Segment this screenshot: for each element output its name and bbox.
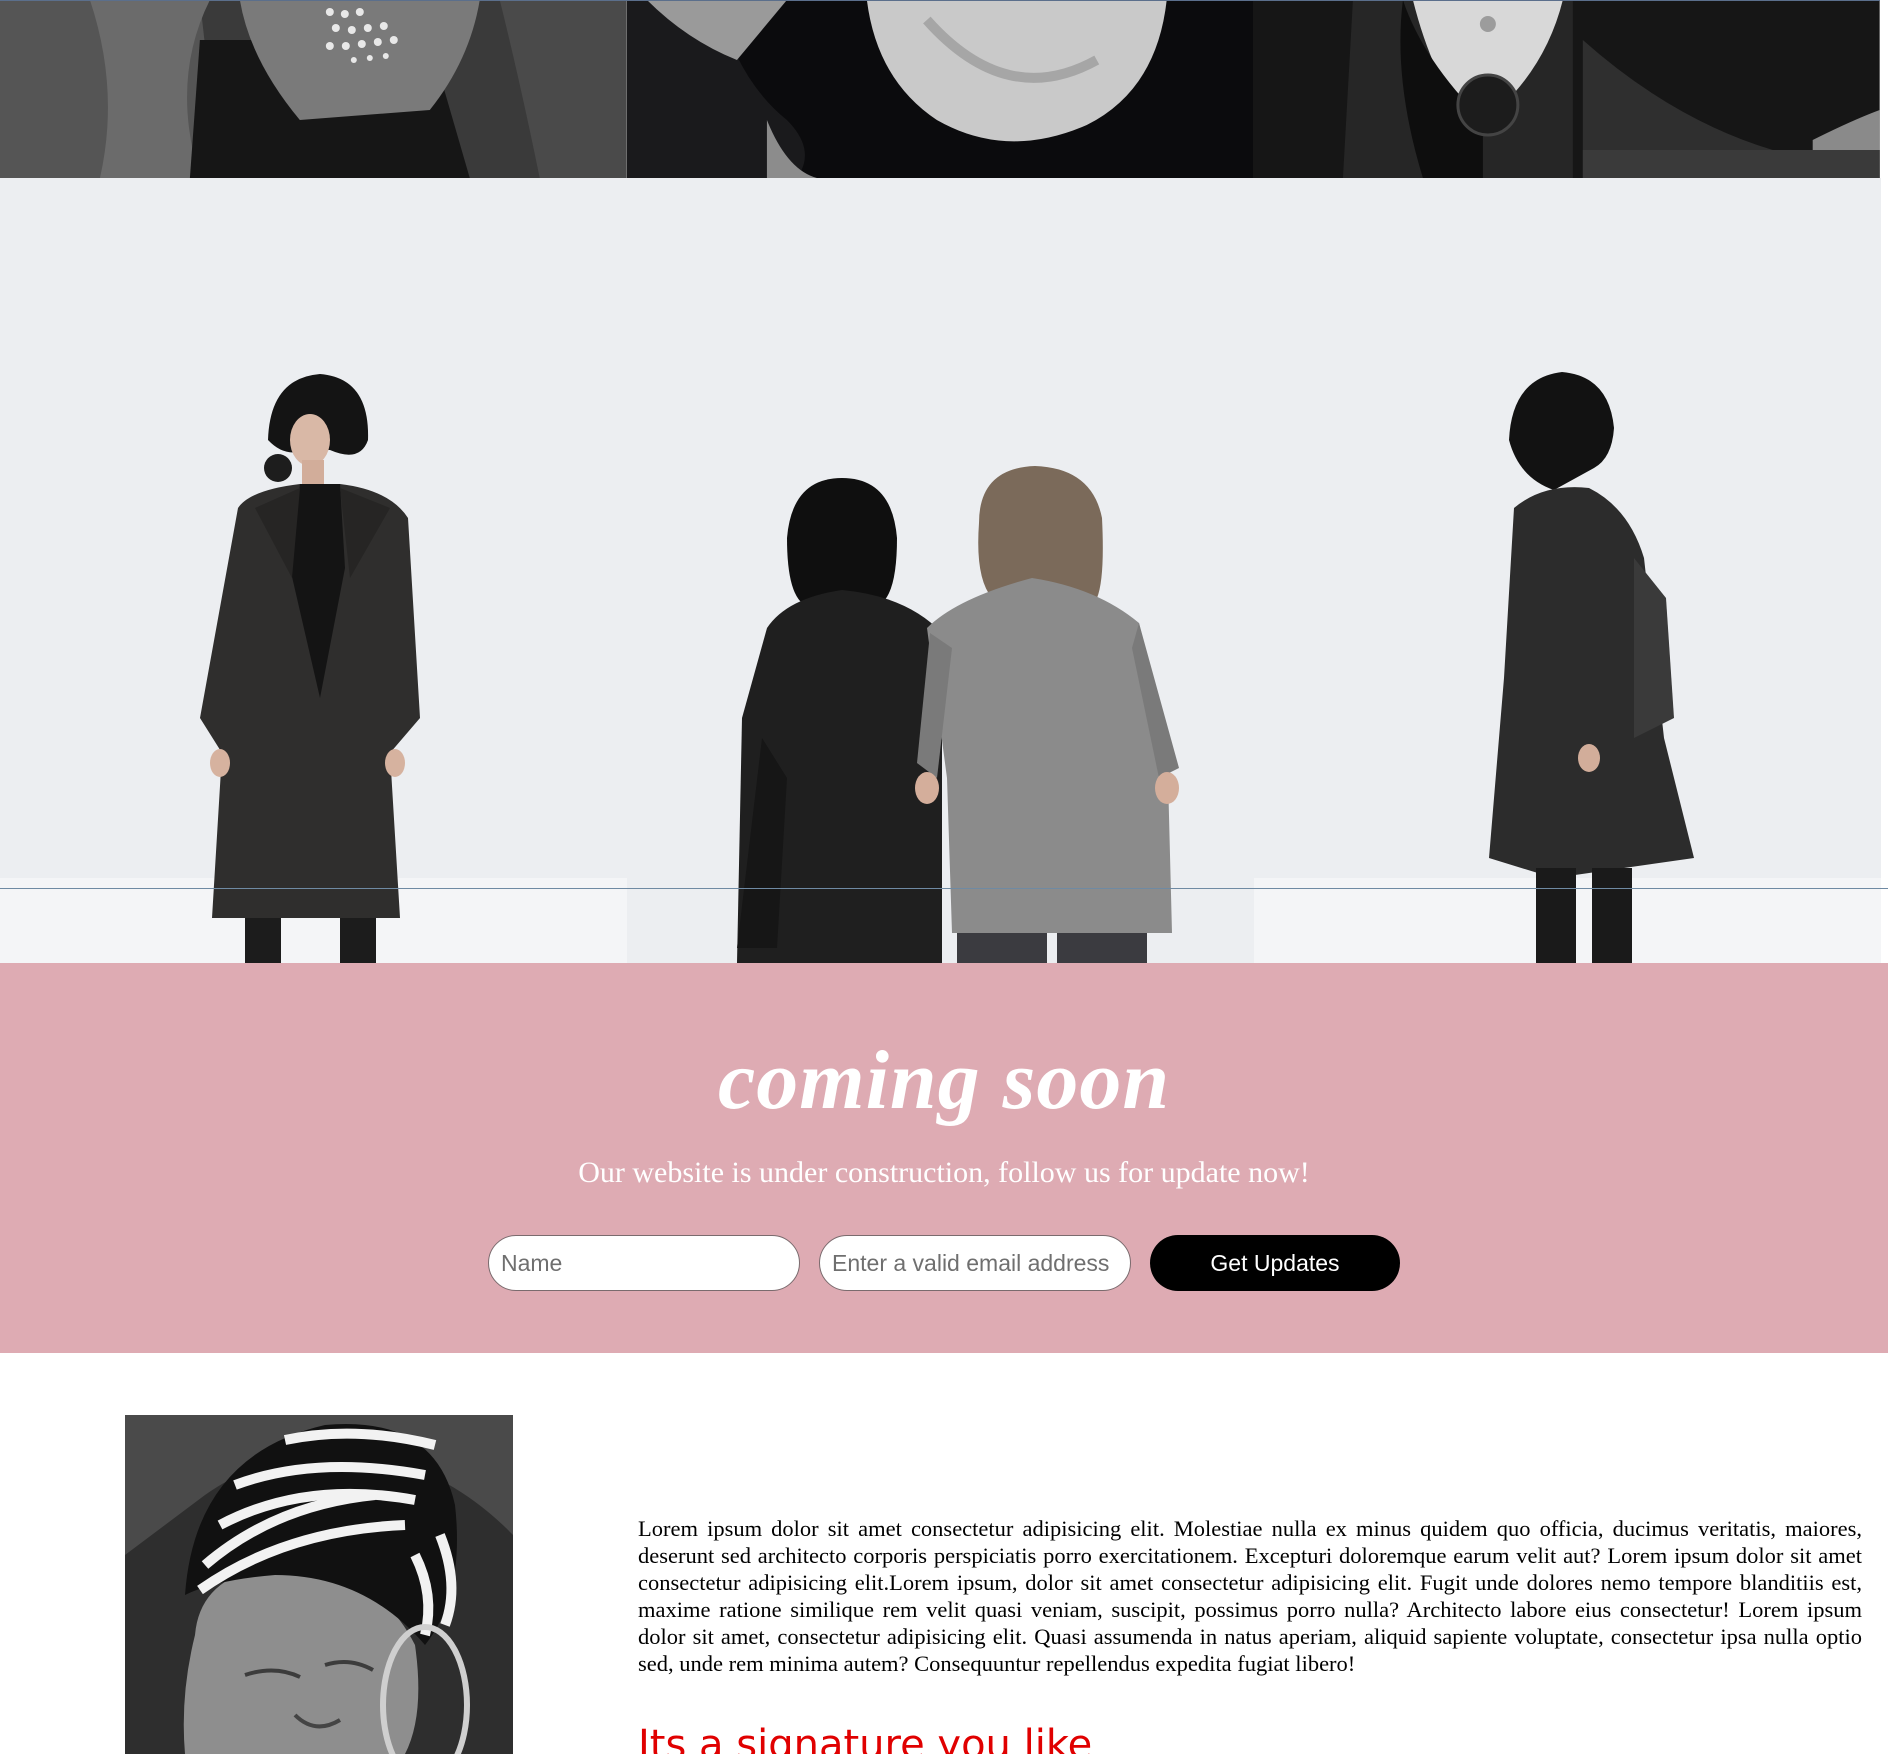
photo-two-women-back [627, 178, 1254, 963]
get-updates-button[interactable]: Get Updates [1150, 1235, 1400, 1291]
photo-woman-coat-side [1254, 178, 1881, 963]
signature-heading: Its a signature you like [638, 1722, 1093, 1754]
photo-embroidered-detail [1253, 0, 1881, 178]
top-guide-line [0, 0, 1880, 1]
photo-woman-striped-headwrap [125, 1415, 513, 1754]
signup-form: Get Updates [0, 1235, 1888, 1291]
lookbook-gallery [0, 178, 1888, 963]
name-input[interactable] [488, 1235, 800, 1291]
top-photo-strip [0, 0, 1881, 178]
email-input[interactable] [819, 1235, 1131, 1291]
photo-neck-closeup [626, 0, 1254, 178]
photo-woman-black-coat-front [0, 178, 627, 963]
about-paragraph: Lorem ipsum dolor sit amet consectetur a… [638, 1516, 1862, 1676]
coming-soon-title: coming soon [717, 1034, 1171, 1127]
page: coming soon Our website is under constru… [0, 0, 1888, 1754]
photo-hands-closeup [0, 0, 627, 178]
horizontal-guide-line [0, 888, 1888, 889]
coming-soon-subtitle: Our website is under construction, follo… [578, 1156, 1310, 1189]
coming-soon-section: coming soon Our website is under constru… [0, 963, 1888, 1353]
